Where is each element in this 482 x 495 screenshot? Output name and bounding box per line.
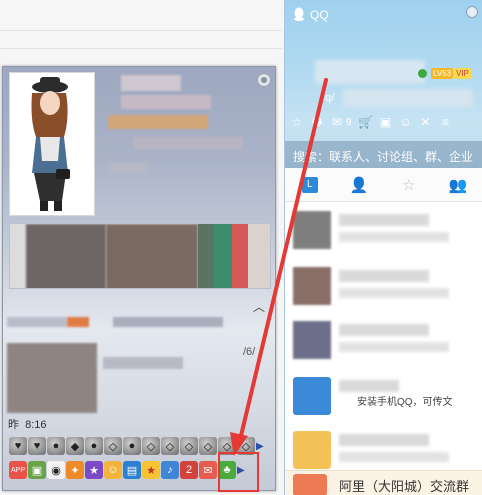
annotation-arrow-line [238,78,328,442]
highlight-box [218,452,259,492]
annotation-overlay [230,78,328,456]
